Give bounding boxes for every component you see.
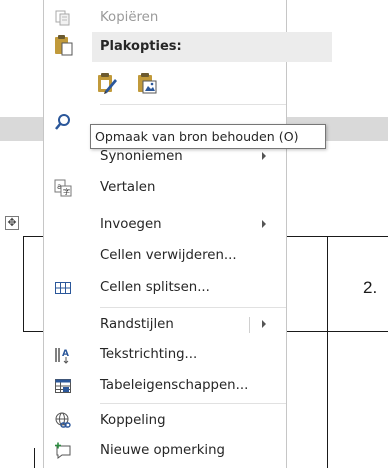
paste-as-picture-icon[interactable] (136, 71, 158, 95)
menu-item-new-comment-label: Nieuwe opmerking (100, 443, 225, 458)
menu-separator (100, 403, 286, 404)
menu-item-translate[interactable]: a 字 Vertalen (44, 176, 286, 200)
menu-item-split-cells[interactable]: Cellen splitsen... (44, 276, 286, 300)
table-border-right (327, 236, 328, 468)
menu-item-table-properties[interactable]: Tabeleigenschappen... (44, 374, 286, 398)
table-border-left (23, 236, 24, 332)
menu-item-border-styles[interactable]: Randstijlen (44, 313, 286, 337)
keep-source-formatting-icon[interactable] (96, 71, 118, 95)
table-border-left-lower (34, 448, 35, 468)
table-properties-icon (54, 377, 72, 395)
menu-item-copy[interactable]: Kopiëren (44, 6, 286, 30)
chevron-right-icon[interactable] (262, 320, 266, 328)
menu-item-copy-label: Kopiëren (100, 10, 159, 25)
menu-separator (100, 104, 286, 105)
clipboard-paste-icon (54, 34, 74, 58)
menu-item-insert[interactable]: Invoegen (44, 213, 286, 237)
tooltip: Opmaak van bron behouden (O) (90, 124, 326, 149)
split-cells-icon (54, 279, 72, 297)
menu-item-border-styles-label: Randstijlen (100, 317, 174, 332)
tooltip-text: Opmaak van bron behouden (O) (95, 129, 299, 144)
copy-icon (54, 9, 72, 27)
menu-item-translate-label: Vertalen (100, 180, 156, 195)
split-button-divider (249, 317, 250, 333)
menu-item-delete-cells[interactable]: Cellen verwijderen... (44, 244, 286, 268)
chevron-right-icon (262, 220, 266, 228)
menu-item-table-properties-label: Tabeleigenschappen... (100, 378, 249, 393)
paste-options-header: Plakopties: (92, 32, 332, 62)
menu-item-link-label: Koppeling (100, 413, 166, 428)
menu-item-text-direction[interactable]: A Tekstrichting... (44, 343, 286, 367)
translate-icon: a 字 (54, 179, 72, 197)
menu-item-new-comment[interactable]: Nieuwe opmerking (44, 439, 286, 463)
text-direction-icon: A (54, 346, 72, 364)
smart-lookup-icon (54, 113, 72, 131)
chevron-right-icon (262, 152, 266, 160)
menu-separator (100, 307, 286, 308)
menu-item-delete-cells-label: Cellen verwijderen... (100, 248, 237, 263)
paste-options-label: Plakopties: (100, 39, 182, 54)
menu-item-insert-label: Invoegen (100, 217, 162, 232)
menu-item-text-direction-label: Tekstrichting... (100, 347, 198, 362)
menu-item-link[interactable]: Koppeling (44, 409, 286, 433)
context-menu: Kopiëren Plakopties: Synoniemen a 字 Vert… (43, 0, 332, 468)
link-icon (54, 412, 72, 430)
table-cell-text: 2. (363, 278, 378, 297)
new-comment-icon (54, 442, 72, 460)
svg-text:字: 字 (63, 187, 70, 196)
menu-item-split-cells-label: Cellen splitsen... (100, 280, 210, 295)
menu-item-synonyms-label: Synoniemen (100, 149, 183, 164)
table-move-handle-icon[interactable]: ✥ (5, 216, 19, 230)
